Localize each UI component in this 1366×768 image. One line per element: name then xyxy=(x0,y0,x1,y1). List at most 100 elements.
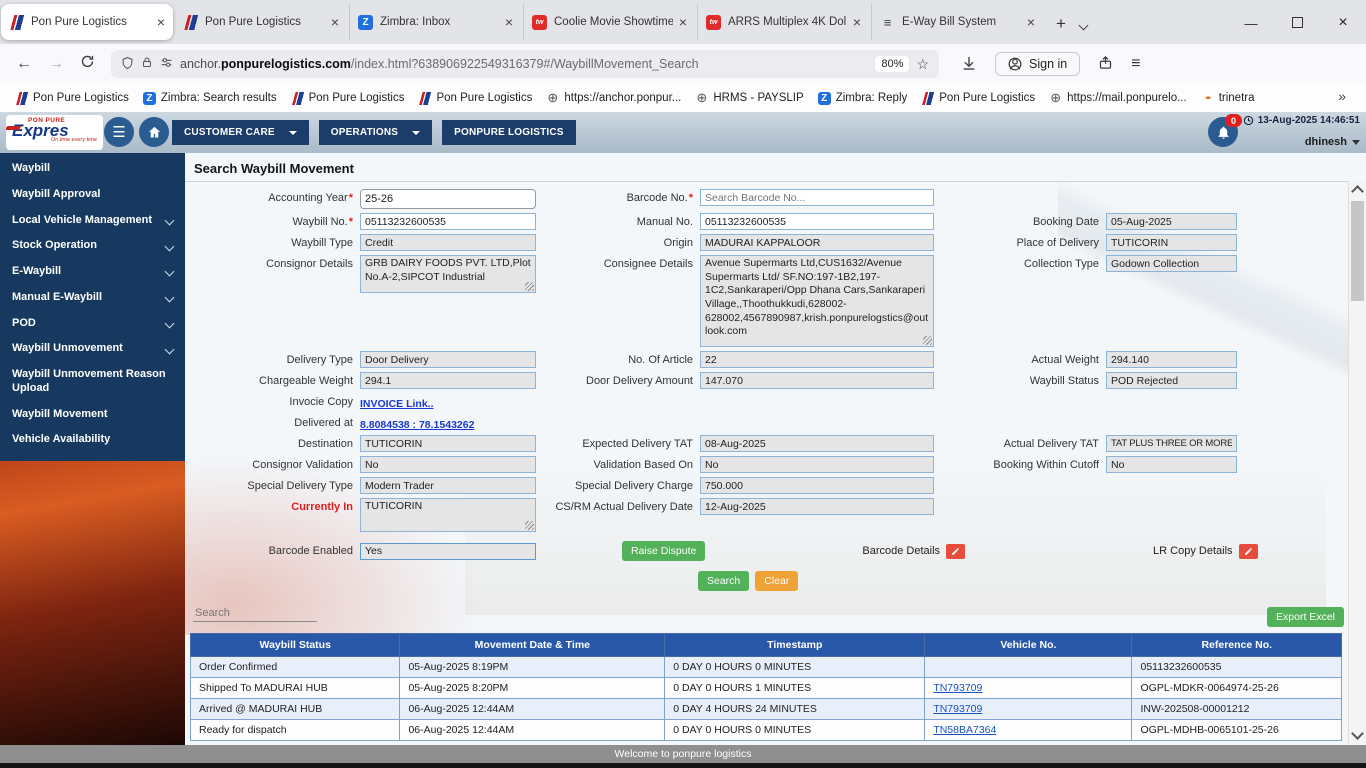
lr-copy-details-edit-button[interactable] xyxy=(1238,543,1258,559)
bookmark-item[interactable]: https://mail.ponpurelo... xyxy=(1042,90,1194,107)
tab-close-icon[interactable]: × xyxy=(853,15,861,29)
collection-type-input[interactable] xyxy=(1106,255,1237,272)
sidebar-item[interactable]: Waybill xyxy=(0,156,185,182)
special-delivery-charge-input[interactable] xyxy=(700,477,934,494)
header-nav-button[interactable]: OPERATIONS xyxy=(318,120,433,145)
actual-weight-input[interactable] xyxy=(1106,351,1237,368)
delivered-at-coordinates-link[interactable]: 8.8084538 : 78.1543262 xyxy=(360,419,474,431)
export-excel-button[interactable]: Export Excel xyxy=(1267,607,1344,627)
consignor-validation-input[interactable] xyxy=(360,456,536,473)
bookmark-item[interactable]: trinetra xyxy=(1194,90,1262,107)
sidebar-item[interactable]: POD xyxy=(0,311,185,337)
sidebar-item[interactable]: Waybill Unmovement Reason Upload xyxy=(0,362,185,402)
tab-close-icon[interactable]: × xyxy=(679,15,687,29)
bookmark-item[interactable]: Zimbra: Search results xyxy=(136,90,284,107)
waybill-status-input[interactable] xyxy=(1106,372,1237,389)
origin-input[interactable] xyxy=(700,234,934,251)
tab-close-icon[interactable]: × xyxy=(157,15,165,29)
window-close-button[interactable]: × xyxy=(1320,12,1366,32)
vehicle-no-link[interactable]: TN793709 xyxy=(933,703,982,715)
sidebar-item[interactable]: Local Vehicle Management xyxy=(0,208,185,234)
tab-close-icon[interactable]: × xyxy=(331,15,339,29)
delivery-type-input[interactable] xyxy=(360,351,536,368)
place-of-delivery-input[interactable] xyxy=(1106,234,1237,251)
url-bar[interactable]: anchor.ponpurelogistics.com/index.html?6… xyxy=(111,50,939,78)
sidebar-item[interactable]: Waybill Unmovement xyxy=(0,336,185,362)
manual-no-input[interactable] xyxy=(700,213,934,230)
waybill-type-input[interactable] xyxy=(360,234,536,251)
bookmark-item[interactable]: Pon Pure Logistics xyxy=(914,90,1042,107)
vehicle-no-link[interactable]: TN58BA7364 xyxy=(933,724,996,736)
results-filter-input[interactable] xyxy=(193,605,317,622)
expected-delivery-tat-input[interactable] xyxy=(700,435,934,452)
share-icon[interactable] xyxy=(1098,55,1113,73)
browser-tab[interactable]: Pon Pure Logistics × xyxy=(175,4,347,40)
special-delivery-type-input[interactable] xyxy=(360,477,536,494)
destination-input[interactable] xyxy=(360,435,536,452)
scrollbar-thumb[interactable] xyxy=(1351,201,1364,301)
tracking-shield-icon[interactable] xyxy=(121,56,134,73)
waybill-no-input[interactable] xyxy=(360,213,536,230)
browser-tab[interactable]: Pon Pure Logistics × xyxy=(1,4,173,40)
window-maximize-button[interactable] xyxy=(1274,14,1320,31)
sidebar-item[interactable]: Vehicle Availability xyxy=(0,427,185,453)
validation-based-on-input[interactable] xyxy=(700,456,934,473)
booking-within-cutoff-input[interactable] xyxy=(1106,456,1237,473)
bookmark-star-icon[interactable]: ☆ xyxy=(916,56,929,73)
clear-button[interactable]: Clear xyxy=(755,571,799,591)
browser-tab[interactable]: Coolie Movie Showtime × xyxy=(523,4,695,40)
permissions-icon[interactable] xyxy=(160,56,173,72)
window-minimize-button[interactable]: — xyxy=(1228,14,1274,31)
bookmark-item[interactable]: HRMS - PAYSLIP xyxy=(688,90,810,107)
cs-rm-actual-delivery-date-input[interactable] xyxy=(700,498,934,515)
barcode-details-edit-button[interactable] xyxy=(946,543,966,559)
notifications-bell-icon[interactable]: 0 xyxy=(1208,114,1242,147)
new-tab-button[interactable]: + xyxy=(1044,14,1078,44)
bookmark-item[interactable]: Zimbra: Reply xyxy=(811,90,915,107)
sidebar-item[interactable]: Waybill Movement xyxy=(0,402,185,428)
tab-close-icon[interactable]: × xyxy=(505,15,513,29)
currently-in-textarea[interactable]: TUTICORIN xyxy=(360,498,536,532)
header-nav-button[interactable]: CUSTOMER CARE xyxy=(172,120,309,145)
door-delivery-amount-input[interactable] xyxy=(700,372,934,389)
no-of-article-input[interactable] xyxy=(700,351,934,368)
actual-delivery-tat-input[interactable] xyxy=(1106,435,1237,452)
menu-icon[interactable]: ≡ xyxy=(1131,55,1140,73)
bookmark-item[interactable]: Pon Pure Logistics xyxy=(284,90,412,107)
booking-date-input[interactable] xyxy=(1106,213,1237,230)
bookmark-item[interactable]: Pon Pure Logistics xyxy=(8,90,136,107)
accounting-year-select[interactable] xyxy=(360,189,536,209)
tab-list-menu-icon[interactable] xyxy=(1078,18,1097,44)
header-nav-button[interactable]: PONPURE LOGISTICS xyxy=(442,120,576,145)
downloads-icon[interactable] xyxy=(961,55,977,74)
forward-button[interactable]: → xyxy=(48,55,64,73)
sidebar-toggle-icon[interactable]: ☰ xyxy=(104,117,134,147)
search-button[interactable]: Search xyxy=(698,571,750,591)
invoice-copy-link[interactable]: INVOICE Link.. xyxy=(360,398,434,410)
lock-icon[interactable] xyxy=(141,56,153,72)
zoom-level-badge[interactable]: 80% xyxy=(875,56,910,72)
sidebar-item[interactable]: Manual E-Waybill xyxy=(0,285,185,311)
vehicle-no-link[interactable]: TN793709 xyxy=(933,682,982,694)
home-icon[interactable] xyxy=(139,117,169,147)
reload-icon[interactable] xyxy=(80,54,95,74)
browser-tab[interactable]: Zimbra: Inbox × xyxy=(349,4,521,40)
sign-in-button[interactable]: Sign in xyxy=(995,52,1081,76)
back-button[interactable]: ← xyxy=(16,55,32,73)
bookmark-item[interactable]: https://anchor.ponpur... xyxy=(539,90,688,107)
sidebar-item[interactable]: Waybill Approval xyxy=(0,182,185,208)
barcode-enabled-input[interactable] xyxy=(360,542,536,560)
raise-dispute-button[interactable]: Raise Dispute xyxy=(622,541,706,561)
browser-tab[interactable]: ARRS Multiplex 4K Dolb × xyxy=(697,4,869,40)
bookmark-item[interactable]: Pon Pure Logistics xyxy=(411,90,539,107)
scroll-down-icon[interactable] xyxy=(1349,727,1366,743)
scroll-up-icon[interactable] xyxy=(1349,181,1366,198)
page-scrollbar[interactable] xyxy=(1348,181,1366,743)
sidebar-item[interactable]: E-Waybill xyxy=(0,259,185,285)
chargeable-weight-input[interactable] xyxy=(360,372,536,389)
bookmarks-overflow-icon[interactable]: » xyxy=(1338,88,1360,104)
tab-close-icon[interactable]: × xyxy=(1027,15,1035,29)
barcode-no-input[interactable] xyxy=(700,189,934,206)
consignee-details-textarea[interactable]: Avenue Supermarts Ltd,CUS1632/Avenue Sup… xyxy=(700,255,934,347)
browser-tab[interactable]: E-Way Bill System × xyxy=(871,4,1043,40)
